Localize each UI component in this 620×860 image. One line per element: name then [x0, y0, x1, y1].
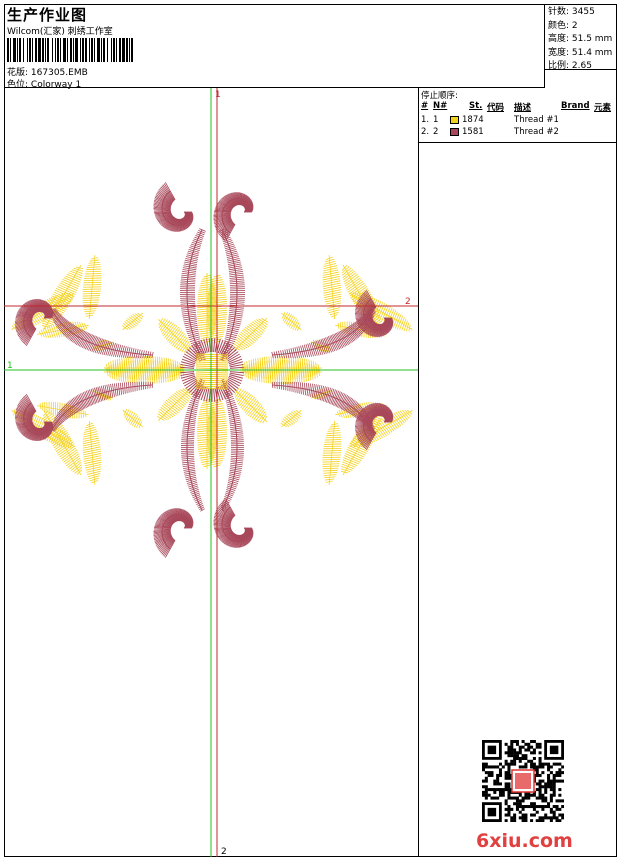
- guide-label-red-top: 1: [215, 90, 221, 100]
- row-index: 1.: [421, 115, 430, 125]
- col-header-st: St.: [469, 101, 483, 111]
- embroidery-preview: 1 2 1 2: [4, 88, 418, 857]
- col-header-brand: Brand: [561, 101, 590, 111]
- thread-color-swatch: [450, 116, 459, 124]
- row-desc: Thread #2: [514, 127, 559, 137]
- table-row: 1. 1 1874 Thread #1: [419, 115, 615, 127]
- embroidery-artwork: 1 2 1 2: [4, 88, 418, 857]
- header-panel: 生产作业图 Wilcom(汇家) 刺绣工作室 花版: 167305.EMB 色位…: [4, 4, 545, 90]
- table-row: 2. 2 1581 Thread #2: [419, 127, 615, 139]
- col-header-needle: N#: [433, 101, 448, 111]
- guide-label-red-right: 2: [405, 297, 411, 307]
- row-desc: Thread #1: [514, 115, 559, 125]
- design-height: 高度: 51.5 mm: [548, 34, 613, 44]
- software-subtitle: Wilcom(汇家) 刺绣工作室: [7, 27, 113, 37]
- stitch-count: 针数: 3455: [548, 7, 595, 17]
- row-needle: 1: [433, 115, 439, 125]
- stop-sequence-caption: 停止顺序:: [421, 91, 458, 101]
- col-header-index: #: [421, 101, 429, 111]
- col-header-element: 元素: [594, 103, 612, 113]
- col-header-desc: 描述: [514, 103, 532, 113]
- guide-label-green-left: 1: [7, 361, 13, 371]
- barcode: [7, 38, 133, 62]
- color-count: 颜色: 2: [548, 20, 578, 31]
- col-header-code: 代码: [487, 103, 505, 113]
- thread-color-swatch: [450, 128, 459, 136]
- row-needle: 2: [433, 127, 439, 137]
- row-code: 1581: [462, 127, 484, 137]
- row-index: 2.: [421, 127, 430, 137]
- guide-label-green-bottom: 2: [221, 847, 227, 857]
- stats-panel: 针数: 3455 颜色: 2 高度: 51.5 mm 宽度: 51.4 mm 比…: [545, 4, 617, 71]
- row-code: 1874: [462, 115, 484, 125]
- design-width: 宽度: 51.4 mm: [548, 47, 613, 58]
- qr-code: [482, 740, 564, 822]
- page-title: 生产作业图: [7, 6, 88, 24]
- watermark-logo: 6xiu.com: [476, 830, 573, 852]
- scale-ratio: 比例: 2.65: [548, 61, 592, 71]
